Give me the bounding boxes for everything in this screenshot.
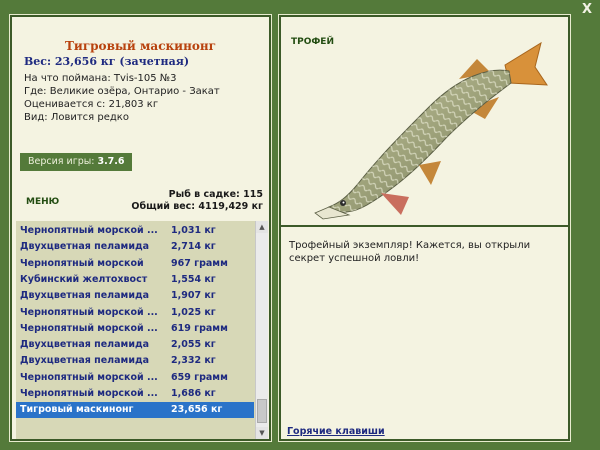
catch-list-row[interactable]: Чернопятный морской ... 619 грамм	[16, 321, 254, 337]
catch-list-row[interactable]: Чернопятный морской ... 1,031 кг	[16, 223, 254, 239]
list-scrollbar[interactable]: ▲ ▼	[255, 221, 268, 439]
catch-fish-name: Чернопятный морской	[20, 257, 144, 269]
catch-info-panel: Тигровый маскинонг Вес: 23,656 кг (зачет…	[9, 14, 272, 442]
catch-list-row[interactable]: Двухцветная пеламида 2,714 кг	[16, 239, 254, 255]
version-value: 3.7.6	[97, 156, 125, 167]
catch-fish-weight: 659 грамм	[171, 371, 228, 383]
catch-fish-name: Чернопятный морской ...	[20, 388, 158, 399]
catch-fish-weight: 23,656 кг	[171, 404, 223, 416]
keepnet-stats: Рыб в садке: 115 Общий вес: 4119,429 кг	[131, 189, 263, 213]
catch-list-row[interactable]: Чернопятный морской ... 1,025 кг	[16, 305, 254, 321]
catch-fish-weight: 1,686 кг	[171, 388, 216, 399]
trophy-message: Трофейный экземпляр! Кажется, вы открыли…	[289, 240, 531, 264]
fish-title: Тигровый маскинонг	[64, 39, 217, 53]
catch-fish-name: Двухцветная пеламида	[20, 241, 150, 253]
catch-fish-weight: 967 грамм	[171, 257, 228, 269]
catch-list-row[interactable]: Чернопятный морской 967 грамм	[16, 256, 254, 272]
fish-value: Оценивается с: 21,803 кг	[24, 99, 159, 110]
catch-list-row[interactable]: Двухцветная пеламида 1,907 кг	[16, 288, 254, 304]
catch-fish-name: Двухцветная пеламида	[20, 355, 150, 367]
catch-fish-name: Чернопятный морской ...	[20, 371, 158, 383]
panel-divider	[281, 225, 568, 227]
hotkeys-link[interactable]: Горячие клавиши	[287, 426, 385, 437]
total-weight: Общий вес: 4119,429 кг	[131, 201, 263, 212]
catch-fish-name: Чернопятный морской ...	[20, 306, 158, 318]
catch-location: Где: Великие озёра, Онтарио - Закат	[24, 86, 220, 97]
catch-fish-name: Тигровый маскинонг	[20, 404, 134, 416]
catch-list-row[interactable]: Двухцветная пеламида 2,055 кг	[16, 337, 254, 353]
catch-fish-weight: 2,332 кг	[171, 355, 216, 367]
catch-list-row[interactable]: Тигровый маскинонг 23,656 кг	[16, 402, 254, 419]
fish-rarity: Вид: Ловится редко	[24, 112, 129, 123]
fish-weight: Вес: 23,656 кг (зачетная)	[24, 55, 190, 68]
catch-fish-name: Двухцветная пеламида	[20, 290, 150, 302]
catch-fish-weight: 2,055 кг	[171, 339, 216, 351]
catch-list-row[interactable]: Чернопятный морской ... 659 грамм	[16, 370, 254, 386]
version-label: Версия игры:	[28, 156, 95, 167]
menu-button[interactable]: МЕНЮ	[26, 197, 59, 207]
fish-info: На что поймана: Tvis-105 №3 Где: Великие…	[24, 72, 220, 124]
scrollbar-thumb[interactable]	[257, 399, 267, 423]
catch-fish-weight: 1,025 кг	[171, 306, 216, 318]
close-icon[interactable]: X	[580, 3, 594, 17]
fish-count: Рыб в садке: 115	[168, 189, 263, 200]
catch-fish-name: Чернопятный морской ...	[20, 225, 158, 236]
catch-fish-name: Двухцветная пеламида	[20, 339, 150, 351]
catch-fish-weight: 1,554 кг	[171, 273, 216, 285]
catch-list-row[interactable]: Двухцветная пеламида 2,332 кг	[16, 353, 254, 369]
catch-fish-weight: 2,714 кг	[171, 241, 216, 253]
trophy-panel: ТРОФЕЙ Трофейный экземпляр! Кажется, вы …	[278, 14, 571, 442]
arrow-down-icon[interactable]: ▼	[256, 427, 268, 439]
catch-list-row[interactable]: Чернопятный морской ... 1,686 кг	[16, 386, 254, 402]
catch-list-row[interactable]: Кубинский желтохвост 1,554 кг	[16, 272, 254, 288]
muskie-fish-image	[314, 41, 548, 220]
arrow-up-icon[interactable]: ▲	[256, 221, 268, 233]
version-bar: Версия игры: 3.7.6	[20, 153, 132, 171]
catch-fish-weight: 1,907 кг	[171, 290, 216, 302]
catch-fish-weight: 1,031 кг	[171, 225, 216, 236]
catch-list[interactable]: ▲ ▼ Чернопятный морской ... 1,031 кг Двухц…	[16, 221, 268, 439]
catch-fish-weight: 619 грамм	[171, 322, 228, 334]
catch-fish-name: Кубинский желтохвост	[20, 273, 148, 285]
catch-fish-name: Чернопятный морской ...	[20, 322, 158, 334]
caught-with: На что поймана: Tvis-105 №3	[24, 73, 177, 84]
